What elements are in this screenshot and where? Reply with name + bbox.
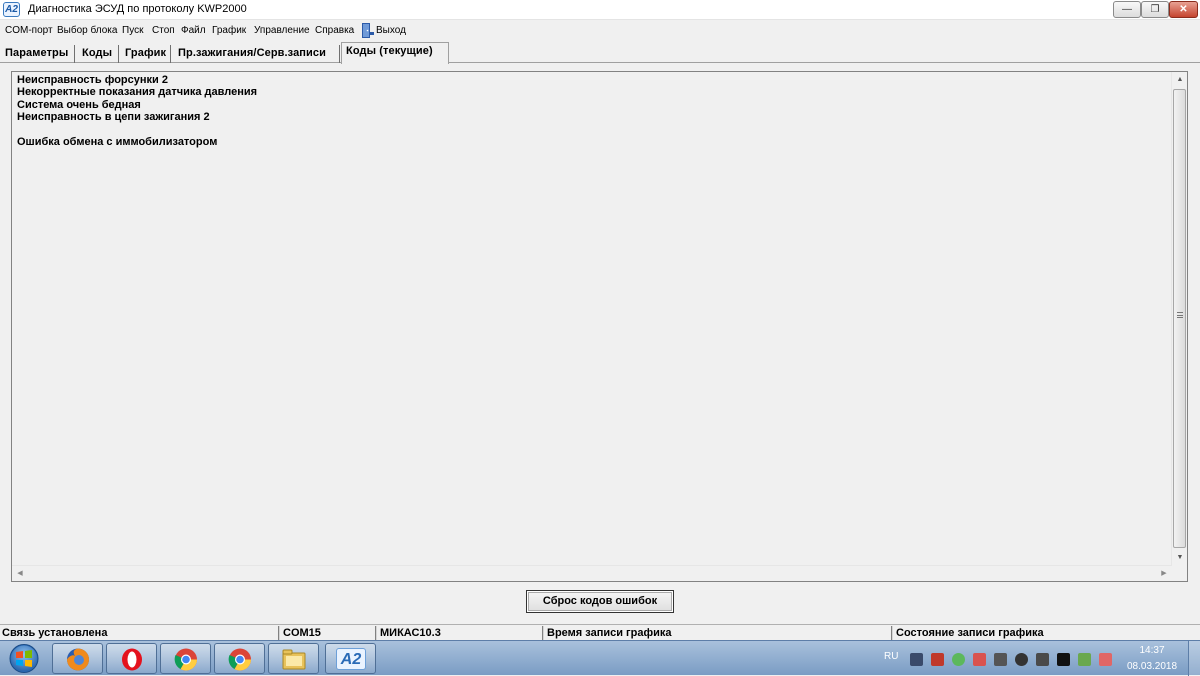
reset-codes-button[interactable]: Сброс кодов ошибок [526, 590, 674, 613]
windows-start-icon[interactable] [4, 643, 44, 674]
shield-icon[interactable] [973, 653, 986, 666]
file-manager-icon [282, 649, 306, 670]
tab-strip: Параметры Коды График Пр.зажигания/Серв.… [0, 42, 1200, 64]
status-icon[interactable] [952, 653, 965, 666]
app-tray-icon[interactable] [1057, 653, 1070, 666]
list-item: Неисправность форсунки 2 [17, 74, 168, 86]
clock-date[interactable]: 08.03.2018 [1127, 661, 1177, 672]
menu-help[interactable]: Справка [315, 25, 354, 36]
flag-icon[interactable] [1099, 653, 1112, 666]
list-item: Ошибка обмена с иммобилизатором [17, 135, 218, 148]
menu-stop[interactable]: Стоп [152, 25, 175, 36]
clock-time[interactable]: 14:37 [1127, 645, 1177, 656]
list-item [17, 124, 1157, 136]
list-item: Неисправность в цепи зажигания 2 [17, 111, 210, 124]
menu-com-port[interactable]: COM-порт [5, 25, 53, 36]
scroll-up-arrow-icon[interactable]: ▲ [1172, 72, 1188, 88]
taskbar: A2 RU 14:37 08.03.2018 [0, 640, 1200, 676]
a2-app-icon: A2 [336, 648, 366, 670]
status-bar: Связь установлена COM15 МИКАС10.3 Время … [0, 624, 1200, 640]
taskbar-opera[interactable] [106, 643, 157, 674]
status-ecu: МИКАС10.3 [378, 626, 544, 640]
minimize-button[interactable]: — [1113, 1, 1141, 18]
tab-codes[interactable]: Коды [82, 45, 119, 63]
status-graph-state: Состояние записи графика [896, 627, 1044, 639]
menu-start[interactable]: Пуск [122, 25, 143, 36]
exit-door-icon[interactable] [360, 22, 374, 39]
status-port: COM15 [281, 626, 377, 640]
menu-control[interactable]: Управление [254, 25, 310, 36]
window-title: Диагностика ЭСУД по протоколу KWP2000 [28, 3, 247, 15]
taskbar-firefox[interactable] [52, 643, 103, 674]
title-bar: A2 Диагностика ЭСУД по протоколу KWP2000… [0, 0, 1200, 20]
taskbar-chrome-2[interactable] [214, 643, 265, 674]
menu-file[interactable]: Файл [181, 25, 206, 36]
menu-graph[interactable]: График [212, 25, 246, 36]
maximize-button[interactable]: ❐ [1141, 1, 1169, 18]
tab-current-codes[interactable]: Коды (текущие) [341, 42, 449, 64]
application-window: A2 Диагностика ЭСУД по протоколу KWP2000… [0, 0, 1200, 640]
menu-bar: COM-порт Выбор блока Пуск Стоп Файл Граф… [0, 22, 1200, 41]
opera-icon [122, 648, 142, 671]
list-item: Система очень бедная [17, 98, 141, 111]
chrome-icon [228, 648, 251, 671]
scroll-thumb[interactable] [1173, 89, 1186, 548]
sync-icon[interactable] [1078, 653, 1091, 666]
menu-exit[interactable]: Выход [376, 25, 406, 36]
tab-ignition-service[interactable]: Пр.зажигания/Серв.записи [178, 45, 340, 63]
list-item: Некорректные показания датчика давления [17, 86, 258, 99]
scroll-down-arrow-icon[interactable]: ▼ [1172, 550, 1188, 566]
codes-panel: Неисправность форсунки 2 Некорректные по… [11, 71, 1188, 582]
firefox-icon [67, 648, 89, 671]
show-desktop-button[interactable] [1188, 641, 1200, 676]
menu-select-unit[interactable]: Выбор блока [57, 25, 117, 36]
status-graph-time: Время записи графика [545, 626, 893, 640]
codes-list: Неисправность форсунки 2 Некорректные по… [17, 74, 1157, 148]
tab-parameters[interactable]: Параметры [5, 45, 75, 63]
close-button[interactable]: ✕ [1169, 1, 1198, 18]
network-icon[interactable] [910, 653, 923, 666]
taskbar-file-manager[interactable] [268, 643, 319, 674]
taskbar-chrome-1[interactable] [160, 643, 211, 674]
scroll-right-arrow-icon[interactable]: ▶ [1156, 566, 1172, 582]
horizontal-scrollbar[interactable]: ◀ ▶ [12, 565, 1172, 581]
camera-icon[interactable] [1015, 653, 1028, 666]
security-icon[interactable] [931, 653, 944, 666]
status-connection: Связь установлена [0, 626, 280, 640]
volume-muted-icon[interactable] [994, 653, 1007, 666]
language-indicator[interactable]: RU [884, 651, 898, 662]
chrome-icon [174, 648, 197, 671]
vertical-scrollbar[interactable]: ▲ ▼ [1171, 72, 1187, 566]
grip-icon [1177, 312, 1183, 318]
app-logo-icon: A2 [3, 2, 20, 17]
scroll-left-arrow-icon[interactable]: ◀ [12, 566, 28, 582]
connection-icon[interactable] [1036, 653, 1049, 666]
tab-graph[interactable]: График [125, 45, 171, 63]
taskbar-a2-app[interactable]: A2 [325, 643, 376, 674]
